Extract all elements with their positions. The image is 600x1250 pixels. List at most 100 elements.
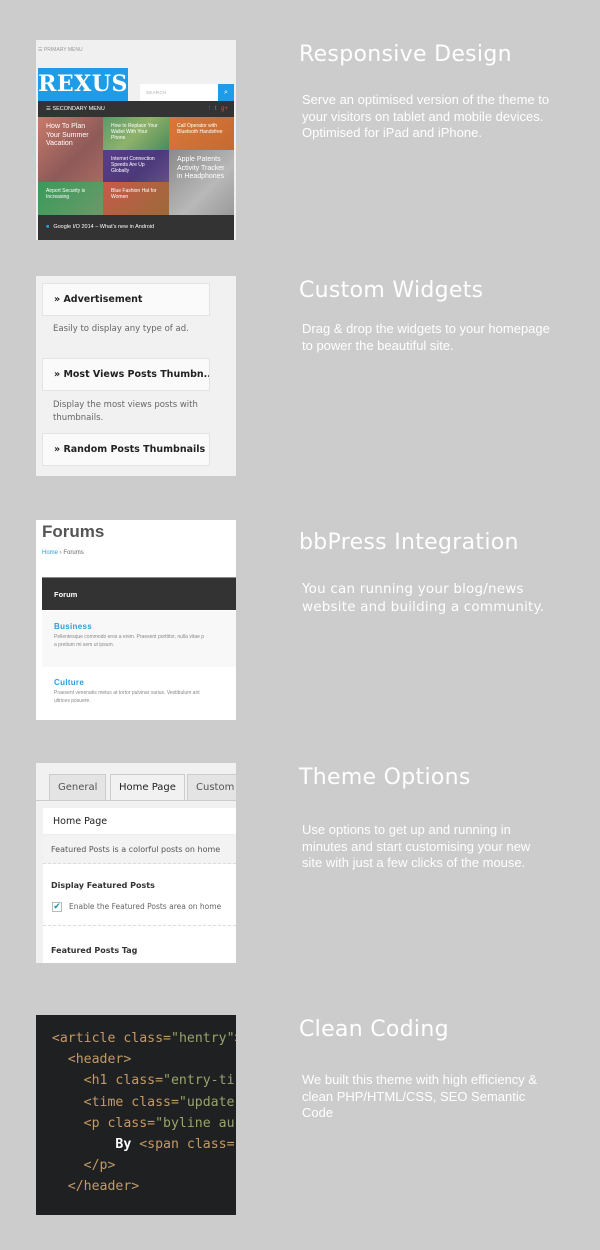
display-featured-label: Display Featured Posts bbox=[51, 881, 155, 890]
code-token: <time bbox=[83, 1094, 132, 1110]
widget-box: » Random Posts Thumbnails bbox=[42, 433, 210, 466]
breadcrumb-home: Home bbox=[42, 550, 59, 556]
code-line: <p class="byline au bbox=[36, 1113, 236, 1134]
code-token: "entry-ti bbox=[163, 1073, 235, 1089]
responsive-preview-image: ☰ PRIMARY MENU REXUS SEARCH ⌕ ☰ SECONDAR… bbox=[36, 40, 236, 240]
featured-tile: Apple Patents Activity Tracker in Headph… bbox=[169, 150, 234, 215]
code-token: > bbox=[235, 1031, 236, 1046]
secondary-menu: ☰ SECONDARY MENU bbox=[46, 106, 105, 112]
tab-custom: Custom bbox=[187, 774, 236, 800]
panel-title: Home Page bbox=[43, 808, 236, 835]
featured-tile: How to Replace Your Wallet With Your Pho… bbox=[103, 117, 169, 150]
tab-divider bbox=[36, 800, 236, 801]
code-token: "update bbox=[178, 1094, 235, 1110]
code-line: <h1 class="entry-ti bbox=[36, 1070, 236, 1091]
news-ticker: ■ Google I/O 2014 – What's new in Android bbox=[38, 215, 234, 240]
widget-box: » Most Views Posts Thumbn... bbox=[42, 358, 210, 391]
code-preview-image: <article class="hentry"> <header> <h1 cl… bbox=[36, 1015, 236, 1215]
feature-title: Custom Widgets bbox=[299, 278, 484, 303]
code-block: <article class="hentry"> <header> <h1 cl… bbox=[36, 1028, 236, 1198]
code-token: "hentry" bbox=[171, 1031, 235, 1046]
code-line: By <span class= bbox=[36, 1134, 236, 1155]
forum-table-header: Forum bbox=[42, 577, 236, 610]
breadcrumb-current: Forums bbox=[63, 550, 84, 556]
twitter-icon: t bbox=[214, 106, 217, 112]
feature-title: Responsive Design bbox=[299, 42, 512, 67]
code-token: <article bbox=[51, 1031, 124, 1046]
ticker-text: Google I/O 2014 – What's new in Android bbox=[53, 224, 155, 230]
checkbox-label: Enable the Featured Posts area on home bbox=[69, 902, 222, 911]
feature-title: bbPress Integration bbox=[299, 530, 519, 555]
code-token: </header> bbox=[67, 1179, 140, 1195]
code-token: "byline au bbox=[155, 1115, 235, 1131]
featured-tile: How To Plan Your Summer Vacation bbox=[38, 117, 103, 182]
feature-description: Drag & drop the widgets to your homepage… bbox=[302, 321, 550, 353]
code-token: class= bbox=[123, 1031, 171, 1046]
google-plus-icon: g+ bbox=[221, 106, 228, 112]
code-token: class= bbox=[131, 1094, 179, 1110]
code-line: <article class="hentry"> bbox=[36, 1028, 236, 1049]
facebook-icon: f bbox=[208, 106, 211, 112]
options-panel: Home Page Featured Posts is a colorful p… bbox=[43, 808, 236, 963]
search-icon: ⌕ bbox=[218, 84, 234, 101]
search-input: SEARCH bbox=[140, 84, 218, 101]
feature-title: Theme Options bbox=[299, 765, 471, 790]
forum-description: Praesent venenatis metus at tortor pulvi… bbox=[54, 690, 200, 696]
code-token: <h1 bbox=[83, 1073, 116, 1089]
code-line: </header> bbox=[36, 1176, 236, 1197]
feature-description: You can running your blog/news website a… bbox=[302, 581, 545, 615]
featured-tile: Call Operator with Bluetooth Handsfree bbox=[169, 117, 234, 150]
code-token: <span bbox=[131, 1137, 187, 1153]
feature-title: Clean Coding bbox=[299, 1017, 449, 1042]
feature-description: Serve an optimised version of the theme … bbox=[302, 92, 550, 140]
tab-general: General bbox=[49, 774, 107, 800]
secondary-menu-bar: ☰ SECONDARY MENU f t g+ bbox=[38, 101, 234, 117]
code-line: <time class="update bbox=[36, 1092, 236, 1113]
checkbox-icon: ✔ bbox=[52, 902, 62, 912]
theme-options-preview-image: General Home Page Custom Home Page Featu… bbox=[36, 763, 236, 963]
forum-description: a pretium mi sem ut ipsum. bbox=[54, 642, 115, 648]
widget-description: Easily to display any type of ad. bbox=[53, 324, 189, 334]
widget-box: » Advertisement bbox=[42, 283, 210, 316]
forum-name: Culture bbox=[54, 678, 85, 687]
feature-description: We built this theme with high efficiency… bbox=[302, 1072, 538, 1120]
code-token: class= bbox=[107, 1115, 156, 1131]
code-token: </p> bbox=[83, 1158, 116, 1174]
forum-row: Business Pellentesque commodo eros a eni… bbox=[42, 611, 236, 667]
featured-tag-label: Featured Posts Tag bbox=[51, 946, 138, 955]
site-logo: REXUS bbox=[38, 68, 128, 101]
code-token: class= bbox=[115, 1073, 164, 1089]
code-line: <header> bbox=[36, 1049, 236, 1070]
tab-home-page: Home Page bbox=[110, 774, 185, 801]
widgets-preview-image: » Advertisement Easily to display any ty… bbox=[36, 276, 236, 476]
featured-tile: Internet Connection Speeds Are Up Global… bbox=[103, 150, 169, 182]
social-icons: f t g+ bbox=[208, 101, 228, 117]
code-token: class= bbox=[186, 1137, 235, 1153]
code-token: <header> bbox=[67, 1052, 132, 1068]
forum-row: Culture Praesent venenatis metus at tort… bbox=[42, 667, 236, 720]
breadcrumb: Home › Forums bbox=[42, 550, 84, 556]
primary-menu: ☰ PRIMARY MENU bbox=[38, 47, 83, 53]
code-token: By bbox=[115, 1137, 132, 1153]
code-line: </p> bbox=[36, 1155, 236, 1176]
forum-description: Pellentesque commodo eros a enim. Praese… bbox=[54, 634, 205, 640]
divider bbox=[43, 925, 236, 926]
code-token: <p bbox=[83, 1115, 108, 1131]
forums-title: Forums bbox=[42, 522, 105, 541]
featured-tile: Airport Security is Increasing bbox=[38, 182, 103, 215]
forums-preview-image: Forums Home › Forums Forum Business Pell… bbox=[36, 520, 236, 720]
widget-description: Display the most views posts with thumbn… bbox=[53, 400, 198, 423]
featured-posts-grid: How To Plan Your Summer Vacation How to … bbox=[38, 117, 234, 215]
feature-description: Use options to get up and running in min… bbox=[302, 822, 531, 870]
panel-description: Featured Posts is a colorful posts on ho… bbox=[43, 835, 236, 864]
forum-description: ultrices posuere. bbox=[54, 698, 91, 704]
featured-tile: Blue Fashion Hat for Women bbox=[103, 182, 169, 215]
video-icon: ■ bbox=[46, 224, 50, 230]
